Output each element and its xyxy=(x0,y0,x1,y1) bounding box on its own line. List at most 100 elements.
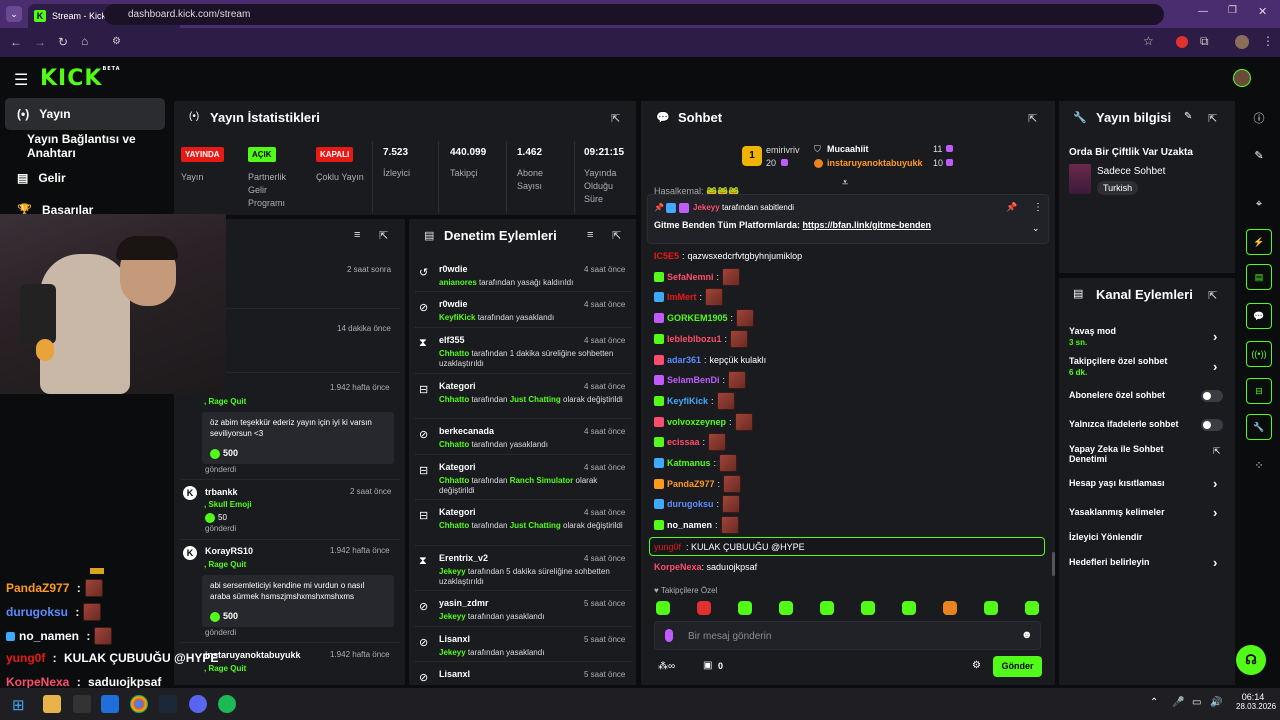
tray-chevron-icon[interactable]: ⌃ xyxy=(1150,697,1158,708)
edit-pencil-icon[interactable]: ✎ xyxy=(1184,111,1192,122)
moderation-target[interactable]: Lisanxl xyxy=(439,634,470,644)
url-field[interactable]: dashboard.kick.com/stream xyxy=(104,4,1164,25)
profile-avatar[interactable] xyxy=(1235,35,1249,49)
chat-settings-icon[interactable]: ⚙ xyxy=(972,660,981,671)
unpin-icon[interactable]: 📌 xyxy=(1006,202,1017,213)
focus-rail-button[interactable]: ⌖ xyxy=(1240,191,1278,217)
browser-menu-icon[interactable]: ⋮ xyxy=(1262,35,1274,47)
channel-action-label[interactable]: Hedefleri belirleyin xyxy=(1069,557,1189,567)
extension-icon[interactable] xyxy=(1176,36,1188,48)
chevron-right-icon[interactable]: › xyxy=(1213,329,1217,344)
chat-username[interactable]: PandaZ977 xyxy=(667,479,715,489)
maximize-icon[interactable]: ❐ xyxy=(1228,5,1237,16)
expand-icon[interactable]: ⇱ xyxy=(611,112,620,125)
sidebar-item-baglanti[interactable]: Yayın Bağlantısı ve Anahtarı xyxy=(5,130,177,162)
moderation-target[interactable]: Erentrix_v2 xyxy=(439,553,488,563)
moderator-name[interactable]: KeyfiKick xyxy=(439,313,475,322)
pinned-by-user[interactable]: Jekeyy xyxy=(693,203,720,212)
moderator-name[interactable]: Jekeyy xyxy=(439,648,466,657)
expand-icon[interactable]: ⇱ xyxy=(379,229,388,242)
pencil-rail-button[interactable]: ✎ xyxy=(1240,142,1278,168)
moderation-target[interactable]: elf355 xyxy=(439,335,465,345)
chat-username[interactable]: ecissaa xyxy=(667,437,700,447)
channel-action-label[interactable]: Hesap yaşı kısıtlaması xyxy=(1069,478,1189,488)
moderator-name[interactable]: Chhatto xyxy=(439,521,469,530)
moderation-target[interactable]: r0wdie xyxy=(439,299,468,309)
chat-scrollbar[interactable] xyxy=(1052,552,1055,576)
send-button[interactable]: Gönder xyxy=(993,656,1042,677)
gift-box-icon[interactable]: ▣ xyxy=(703,660,712,671)
moderator-name[interactable]: Chhatto xyxy=(439,349,469,358)
outlook-icon[interactable] xyxy=(101,695,119,713)
quick-emote[interactable] xyxy=(697,601,711,615)
chrome-icon[interactable] xyxy=(130,695,148,713)
chat-username[interactable]: GORKEM1905 xyxy=(667,313,728,323)
chat-username[interactable]: volvoxzeynep xyxy=(667,417,726,427)
support-headset-icon[interactable]: ☊ xyxy=(1236,645,1266,675)
moderator-name[interactable]: Chhatto xyxy=(439,476,469,485)
points-icon[interactable]: ⁂∞ xyxy=(658,661,675,672)
channel-action-label[interactable]: Yasaklanmış kelimeler xyxy=(1069,507,1189,517)
extensions-puzzle-icon[interactable]: ⧉ xyxy=(1200,35,1209,47)
expand-icon[interactable]: ⇱ xyxy=(612,229,621,242)
channel-action-label[interactable]: Yapay Zeka ile Sohbet Denetimi xyxy=(1069,444,1189,464)
quick-emote[interactable] xyxy=(779,601,793,615)
chat-username[interactable]: no_namen xyxy=(667,520,712,530)
expand-icon[interactable]: ⇱ xyxy=(1208,289,1217,302)
windows-start-icon[interactable]: ⊞ xyxy=(12,696,25,714)
info-rail-button[interactable]: ⓘ xyxy=(1240,105,1278,131)
leaderboard-name[interactable]: Mucaahiit xyxy=(827,144,869,154)
hamburger-menu-icon[interactable]: ☰ xyxy=(14,70,28,90)
home-icon[interactable]: ⌂ xyxy=(81,35,88,47)
chevron-right-icon[interactable]: › xyxy=(1213,505,1217,520)
toggle-switch[interactable] xyxy=(1201,390,1223,402)
quick-emote[interactable] xyxy=(1025,601,1039,615)
wrench-rail-button[interactable]: 🔧 xyxy=(1240,414,1278,440)
chevron-right-icon[interactable]: › xyxy=(1213,476,1217,491)
channel-action-label[interactable]: Abonelere özel sohbet xyxy=(1069,390,1189,400)
category-name[interactable]: Sadece Sohbet xyxy=(1097,166,1165,177)
sidebar-item-gelir[interactable]: ▤ Gelir xyxy=(5,162,165,194)
expand-icon[interactable]: ⇱ xyxy=(1208,112,1217,125)
chat-username[interactable]: lmMert xyxy=(667,292,697,302)
moderation-target[interactable]: Kategori xyxy=(439,381,476,391)
collapse-chevron-icon[interactable]: ⩡ xyxy=(842,177,848,190)
file-explorer-icon[interactable] xyxy=(43,695,61,713)
site-info-icon[interactable]: ⚙ xyxy=(112,37,121,47)
moderator-name[interactable]: Chhatto xyxy=(439,395,469,404)
chat-username[interactable]: yung0f xyxy=(654,542,681,552)
sidebar-item-yayin[interactable]: (•) Yayın xyxy=(5,98,165,130)
chevron-down-icon[interactable]: ⌄ xyxy=(1032,223,1040,234)
moderation-target[interactable]: Kategori xyxy=(439,462,476,472)
chat-username[interactable]: SefaNemni xyxy=(667,272,714,282)
minimize-icon[interactable]: — xyxy=(1198,6,1208,17)
emoji-picker-icon[interactable]: ☻ xyxy=(1021,629,1033,641)
lightning-rail-button[interactable]: ⚡ xyxy=(1240,229,1278,255)
leaderboard-name[interactable]: emirivriv xyxy=(766,145,800,155)
apps-rail-button[interactable]: ⁘ xyxy=(1240,452,1278,478)
activity-user[interactable]: trbankk xyxy=(205,487,238,497)
quick-emote[interactable] xyxy=(943,601,957,615)
pinned-link[interactable]: https://bfan.link/gitme-benden xyxy=(803,220,932,230)
chat-username[interactable]: SelamBenDi xyxy=(667,375,720,385)
channel-action-label[interactable]: Yalnızca ifadelerle sohbet xyxy=(1069,419,1189,429)
moderation-target[interactable]: r0wdie xyxy=(439,264,468,274)
filter-icon[interactable]: ≡ xyxy=(587,229,593,241)
broadcast-rail-button[interactable]: ((•)) xyxy=(1240,341,1278,367)
chat-username[interactable]: Katmanus xyxy=(667,458,711,468)
tab-search-icon[interactable]: ⌄ xyxy=(6,6,22,22)
leaderboard-name[interactable]: instaruyanoktabuyukk xyxy=(827,158,923,168)
spotify-icon[interactable] xyxy=(218,695,236,713)
discord-icon[interactable] xyxy=(189,695,207,713)
microphone-tray-icon[interactable]: 🎤 xyxy=(1172,697,1184,708)
volume-tray-icon[interactable]: 🔊 xyxy=(1210,697,1222,708)
document-rail-button[interactable]: ▤ xyxy=(1240,264,1278,290)
microphone-icon[interactable] xyxy=(665,629,673,642)
moderation-target[interactable]: Lisanxl xyxy=(439,669,470,679)
user-avatar[interactable] xyxy=(1233,69,1251,87)
moderator-name[interactable]: anianores xyxy=(439,278,477,287)
quick-emote[interactable] xyxy=(820,601,834,615)
reload-icon[interactable]: ↻ xyxy=(58,36,68,48)
filter-icon[interactable]: ≡ xyxy=(354,229,360,241)
channel-action-label[interactable]: Takipçilere özel sohbet xyxy=(1069,356,1189,366)
